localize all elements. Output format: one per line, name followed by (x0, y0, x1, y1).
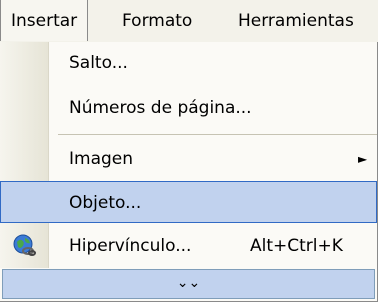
menu-insertar[interactable]: Insertar (0, 0, 89, 41)
menu-item-salto-label: Salto... (69, 53, 128, 73)
expand-menu-button[interactable]: ⌄⌄ (2, 269, 375, 299)
menu-item-imagen[interactable]: Imagen ► (0, 138, 377, 180)
menu-herramientas[interactable]: Herramientas (228, 0, 364, 42)
menu-item-objeto-label: Objeto... (69, 193, 142, 213)
menu-item-hipervinculo[interactable]: Hipervínculo... Alt+Ctrl+K (0, 225, 377, 267)
menu-bar: Insertar Formato Herramientas (0, 0, 378, 43)
menu-item-hipervinculo-label: Hipervínculo... (69, 236, 192, 256)
menu-formato-label: Formato (122, 11, 193, 31)
menu-herramientas-label: Herramientas (238, 11, 354, 31)
menu-insertar-label: Insertar (11, 11, 78, 31)
menu-item-hipervinculo-shortcut: Alt+Ctrl+K (250, 236, 343, 256)
menu-formato[interactable]: Formato (112, 0, 202, 42)
menu-item-salto[interactable]: Salto... (0, 42, 377, 84)
menu-separator (58, 134, 377, 135)
submenu-arrow-icon: ► (358, 152, 368, 166)
double-chevron-down-icon: ⌄⌄ (176, 275, 201, 291)
insertar-dropdown-menu: Salto... Números de página... Imagen ► O… (0, 42, 378, 302)
menu-item-imagen-label: Imagen (69, 149, 134, 169)
hyperlink-globe-icon (13, 234, 36, 256)
menu-item-numeros-de-pagina[interactable]: Números de página... (0, 87, 377, 129)
menu-item-numeros-label: Números de página... (69, 98, 252, 118)
menu-item-objeto[interactable]: Objeto... (0, 181, 377, 223)
